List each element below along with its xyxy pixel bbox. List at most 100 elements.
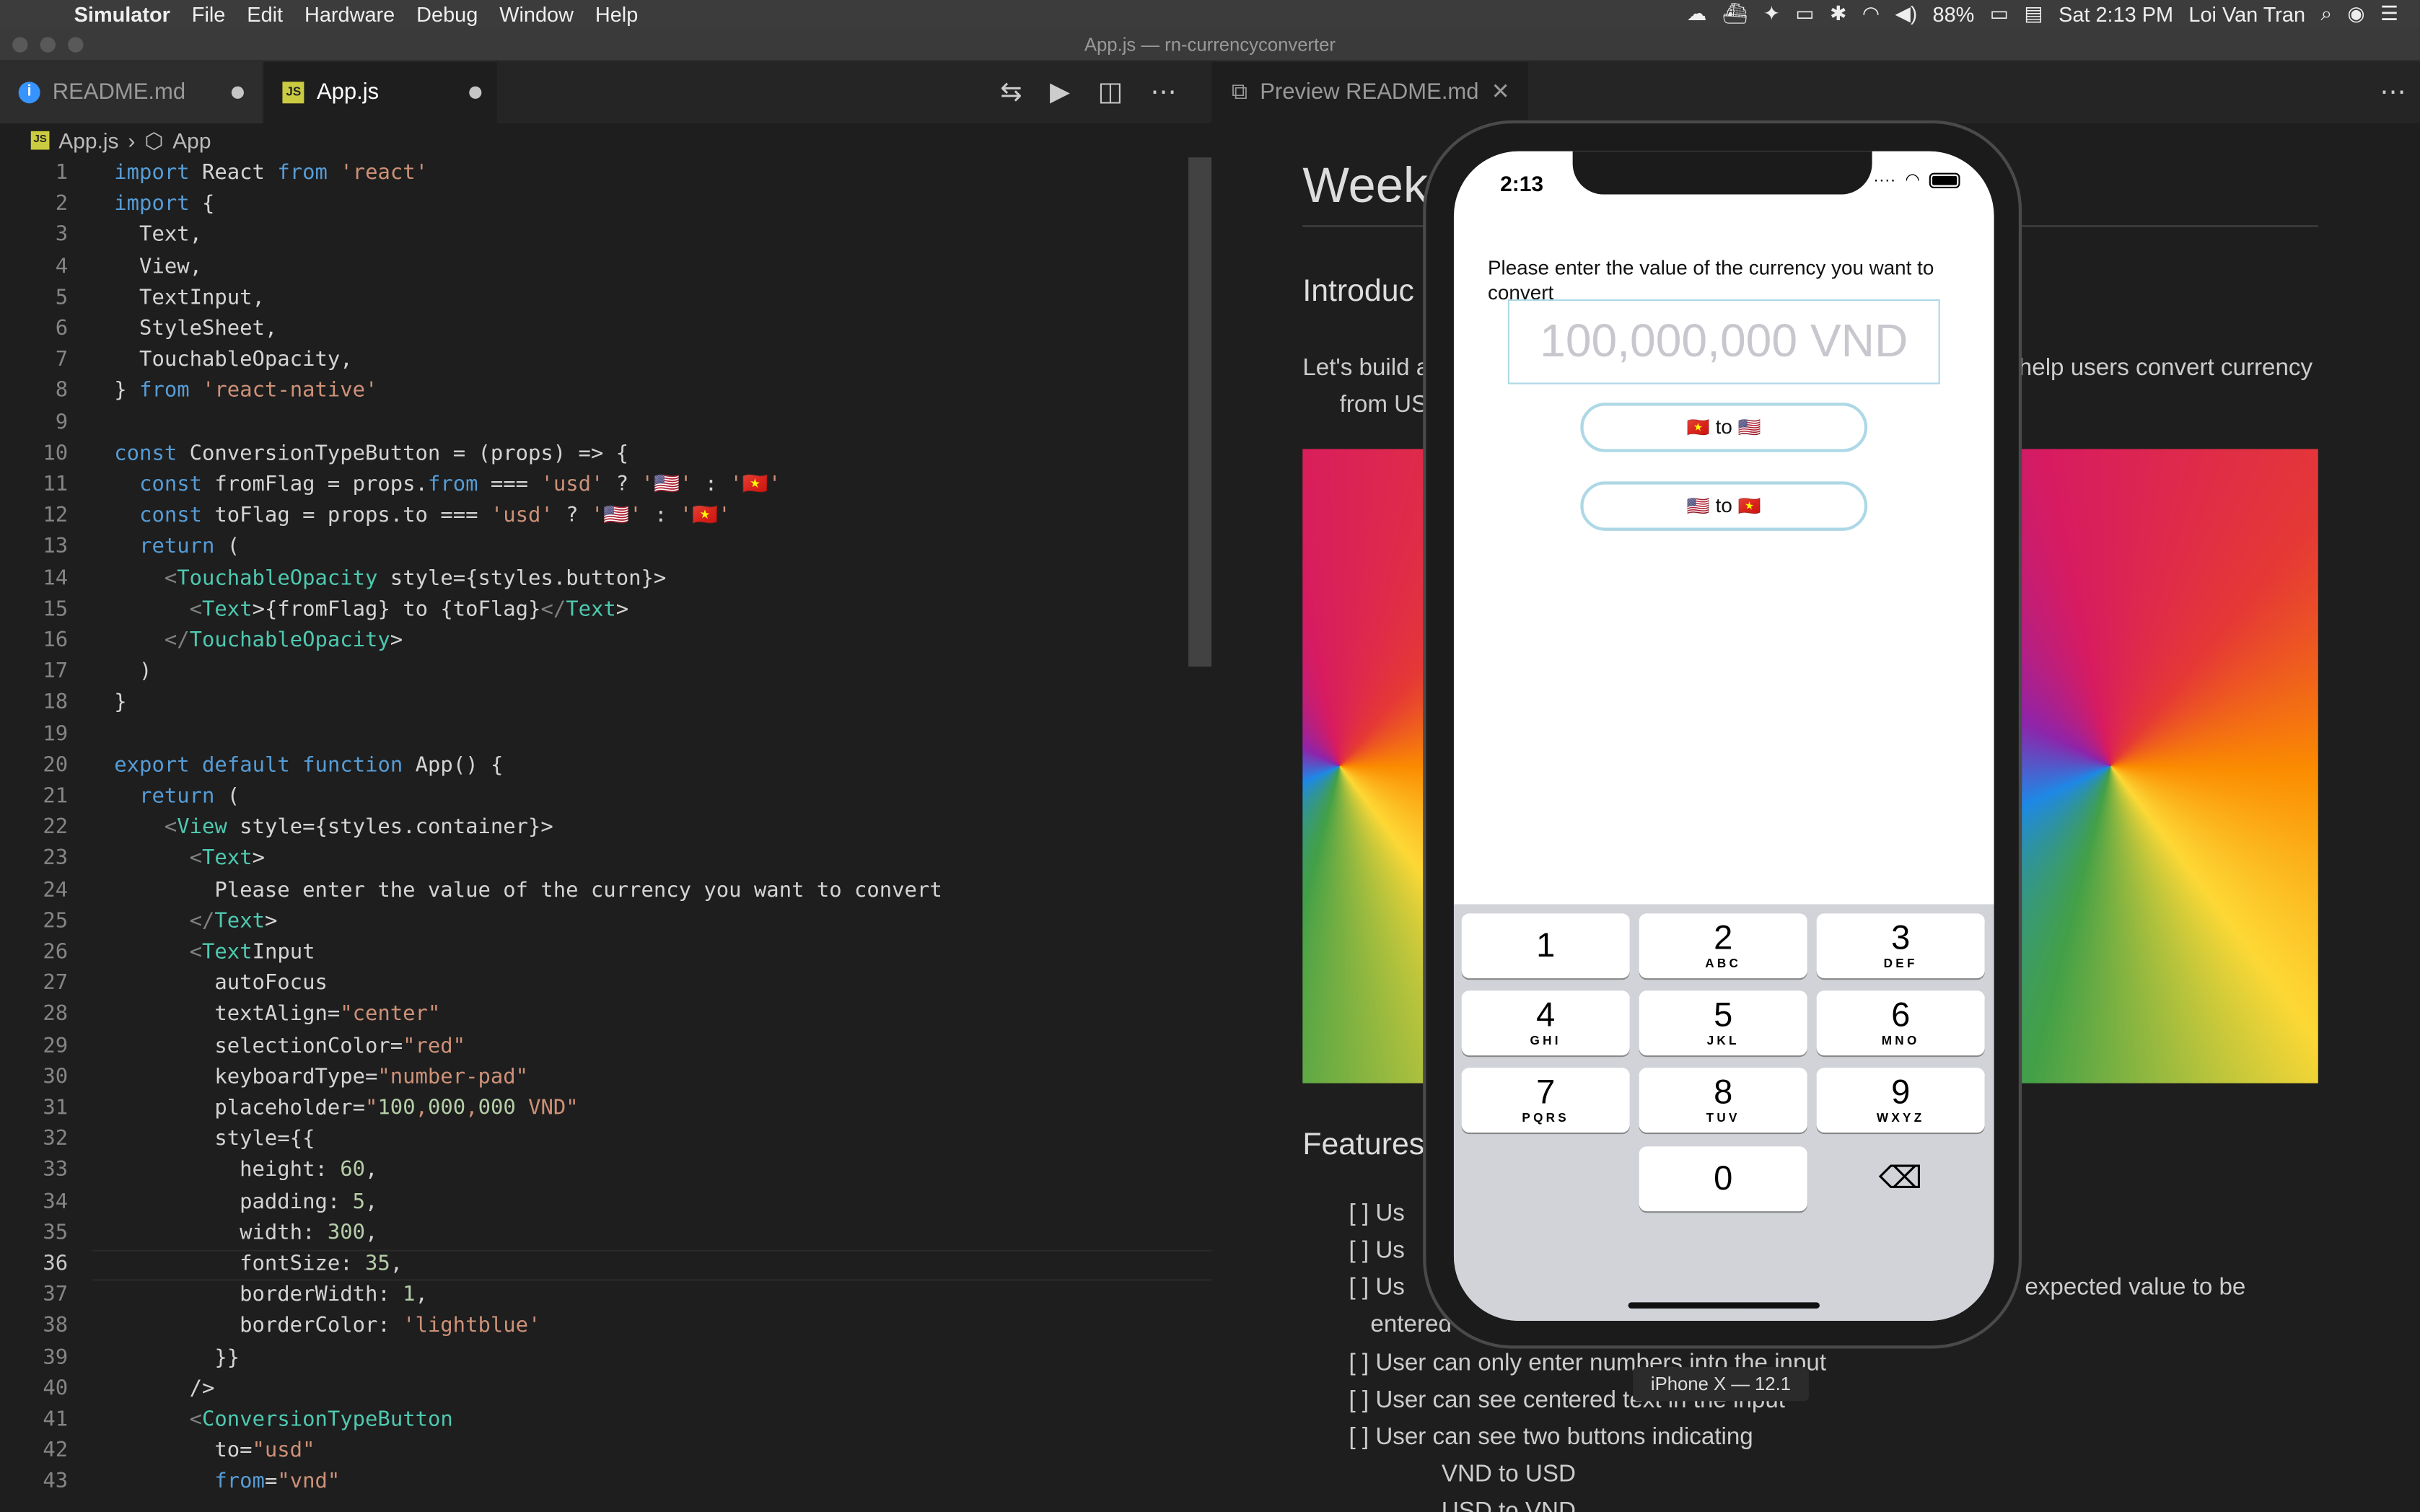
line-number: 15: [43, 597, 69, 622]
compare-changes-icon[interactable]: ⇆: [1000, 77, 1022, 108]
code-line[interactable]: height: 60,: [114, 1158, 377, 1182]
breadcrumb-symbol[interactable]: App: [172, 128, 211, 153]
us-flag-input-icon[interactable]: ▤: [2024, 1, 2043, 26]
elephant-icon[interactable]: ✦: [1763, 1, 1780, 26]
code-line[interactable]: Text,: [114, 223, 202, 247]
close-window-button[interactable]: [12, 37, 28, 53]
code-line[interactable]: Please enter the value of the currency y…: [114, 877, 942, 902]
key-8[interactable]: 8 TUV: [1639, 1068, 1807, 1133]
code-line[interactable]: const fromFlag = props.from === 'usd' ? …: [114, 472, 781, 497]
code-line[interactable]: keyboardType="number-pad": [114, 1064, 528, 1089]
code-line[interactable]: import {: [114, 192, 214, 216]
code-line[interactable]: textAlign="center": [114, 1002, 440, 1027]
tab-readme[interactable]: i README.md: [0, 61, 265, 124]
code-line[interactable]: style={{: [114, 1127, 315, 1151]
key-9[interactable]: 9 WXYZ: [1816, 1068, 1985, 1133]
key-0[interactable]: 0: [1639, 1146, 1807, 1212]
code-line[interactable]: <ConversionTypeButton: [114, 1407, 453, 1432]
code-line[interactable]: } from 'react-native': [114, 379, 377, 403]
notification-center-icon[interactable]: ☰: [2380, 1, 2398, 26]
code-line[interactable]: <TextInput: [114, 940, 315, 964]
minimize-window-button[interactable]: [40, 37, 56, 53]
code-line[interactable]: View,: [114, 254, 202, 278]
key-6[interactable]: 6 MNO: [1816, 990, 1985, 1056]
code-line[interactable]: padding: 5,: [114, 1189, 377, 1213]
tab-app-js[interactable]: JS App.js: [264, 61, 498, 124]
code-line[interactable]: />: [114, 1376, 215, 1401]
key-7[interactable]: 7 PQRS: [1461, 1068, 1630, 1133]
key-5[interactable]: 5 JKL: [1639, 990, 1807, 1056]
code-line[interactable]: from="vnd": [114, 1469, 340, 1494]
home-indicator[interactable]: [1628, 1302, 1820, 1309]
volume-icon[interactable]: ◀): [1895, 1, 1917, 26]
code-line[interactable]: export default function App() {: [114, 752, 503, 777]
key-digit: 7: [1536, 1072, 1556, 1112]
menubar-user[interactable]: Loi Van Tran: [2188, 2, 2305, 25]
code-line[interactable]: fontSize: 35,: [114, 1252, 403, 1276]
menu-help[interactable]: Help: [595, 2, 638, 25]
code-line[interactable]: <Text>{fromFlag} to {toFlag}</Text>: [114, 597, 629, 621]
code-line[interactable]: <View style={styles.container}>: [114, 815, 553, 840]
code-line[interactable]: </TouchableOpacity>: [114, 628, 403, 653]
close-tab-icon[interactable]: ✕: [1491, 80, 1510, 105]
line-number: 32: [43, 1126, 69, 1152]
unsaved-dot-icon[interactable]: [232, 86, 245, 99]
wifi-icon[interactable]: ◠: [1862, 1, 1880, 26]
siri-icon[interactable]: ◉: [2347, 1, 2364, 26]
menu-file[interactable]: File: [192, 2, 226, 25]
code-line[interactable]: const toFlag = props.to === 'usd' ? '🇺🇸'…: [114, 504, 731, 528]
code-line[interactable]: placeholder="100,000,000 VND": [114, 1096, 578, 1120]
split-editor-icon[interactable]: ◫: [1098, 77, 1123, 108]
key-4[interactable]: 4 GHI: [1461, 990, 1630, 1056]
code-line[interactable]: TouchableOpacity,: [114, 348, 353, 372]
zoom-window-button[interactable]: [68, 37, 84, 53]
code-line[interactable]: <TouchableOpacity style={styles.button}>: [114, 566, 666, 590]
key-3[interactable]: 3 DEF: [1816, 913, 1985, 979]
code-line[interactable]: </Text>: [114, 908, 278, 933]
code-line[interactable]: StyleSheet,: [114, 316, 277, 340]
currency-input[interactable]: 100,000,000 VND: [1507, 299, 1940, 384]
code-line[interactable]: return (: [114, 535, 240, 559]
menu-window[interactable]: Window: [499, 2, 574, 25]
key-1[interactable]: 1: [1461, 913, 1630, 979]
airplay-icon[interactable]: ▭: [1795, 1, 1814, 26]
tab-preview-readme[interactable]: ⧉ Preview README.md ✕: [1213, 61, 1530, 124]
menubar-clock[interactable]: Sat 2:13 PM: [2059, 2, 2173, 25]
menu-edit[interactable]: Edit: [247, 2, 283, 25]
vnd-to-usd-button[interactable]: 🇻🇳 to 🇺🇸: [1580, 403, 1868, 452]
unsaved-dot-icon[interactable]: [468, 86, 481, 99]
code-line[interactable]: to="usd": [114, 1438, 315, 1463]
code-line[interactable]: ): [114, 659, 152, 684]
code-editor[interactable]: 1 import React from 'react' 2 import {3 Tex…: [0, 157, 1212, 1512]
battery-percent[interactable]: 88%: [1933, 2, 1975, 25]
more-actions-icon[interactable]: ⋯: [2380, 77, 2406, 108]
usd-to-vnd-button[interactable]: 🇺🇸 to 🇻🇳: [1580, 481, 1868, 531]
bluetooth-icon[interactable]: ✱: [1830, 1, 1846, 26]
code-line[interactable]: width: 300,: [114, 1221, 377, 1245]
creative-cloud-icon[interactable]: ☁: [1687, 1, 1707, 26]
docker-icon[interactable]: ⛴: [1722, 1, 1748, 26]
menu-debug[interactable]: Debug: [416, 2, 478, 25]
code-line[interactable]: const ConversionTypeButton = (props) => …: [114, 441, 628, 465]
code-line[interactable]: selectionColor="red": [114, 1033, 465, 1058]
code-line[interactable]: }}: [114, 1345, 240, 1369]
menu-hardware[interactable]: Hardware: [304, 2, 395, 25]
code-line[interactable]: <Text>: [114, 846, 265, 871]
menu-app[interactable]: Simulator: [74, 2, 170, 25]
breadcrumb-file[interactable]: App.js: [58, 128, 118, 153]
key-2[interactable]: 2 ABC: [1639, 913, 1807, 979]
spotlight-search-icon[interactable]: ⌕: [2320, 1, 2332, 26]
run-icon[interactable]: ▶: [1050, 77, 1070, 108]
editor-scrollbar[interactable]: [1188, 157, 1212, 667]
code-line[interactable]: }: [114, 690, 126, 715]
code-line[interactable]: return (: [114, 784, 240, 809]
code-line[interactable]: TextInput,: [114, 285, 265, 309]
backspace-key-icon[interactable]: ⌫: [1817, 1146, 1985, 1211]
code-line[interactable]: borderColor: 'lightblue': [114, 1314, 540, 1338]
key-digit: 4: [1536, 995, 1556, 1034]
code-line[interactable]: borderWidth: 1,: [114, 1283, 428, 1307]
more-actions-icon[interactable]: ⋯: [1150, 77, 1176, 108]
code-line[interactable]: import React from 'react': [114, 160, 428, 185]
battery-icon[interactable]: ▭: [1990, 1, 2009, 26]
code-line[interactable]: autoFocus: [114, 971, 327, 995]
